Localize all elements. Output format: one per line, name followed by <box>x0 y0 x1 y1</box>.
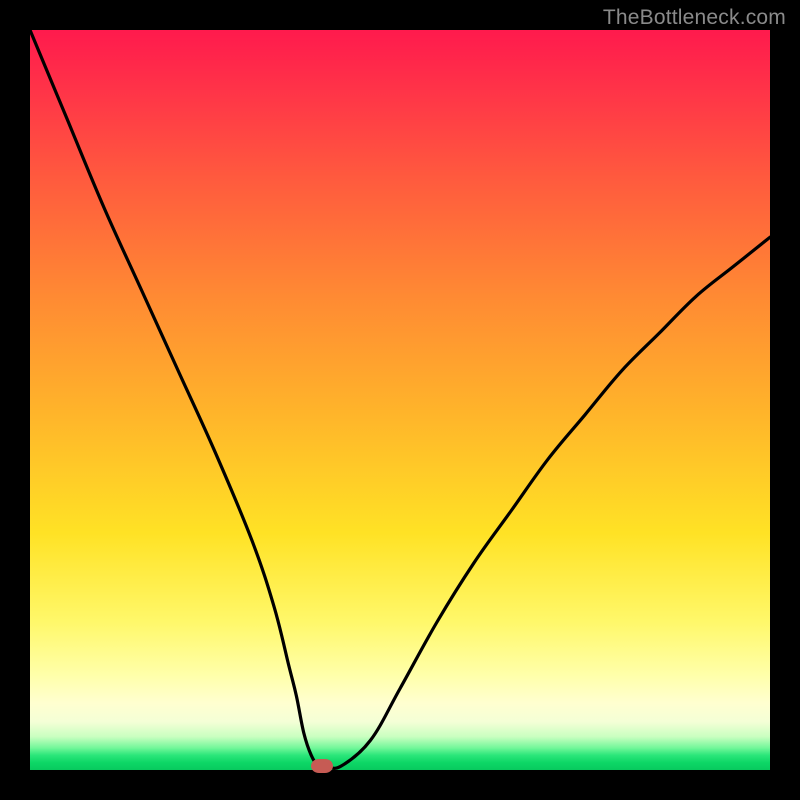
watermark-text: TheBottleneck.com <box>603 6 786 30</box>
chart-frame: TheBottleneck.com <box>0 0 800 800</box>
bottleneck-curve <box>30 30 770 770</box>
plot-area <box>30 30 770 770</box>
optimal-point-marker <box>311 759 333 773</box>
